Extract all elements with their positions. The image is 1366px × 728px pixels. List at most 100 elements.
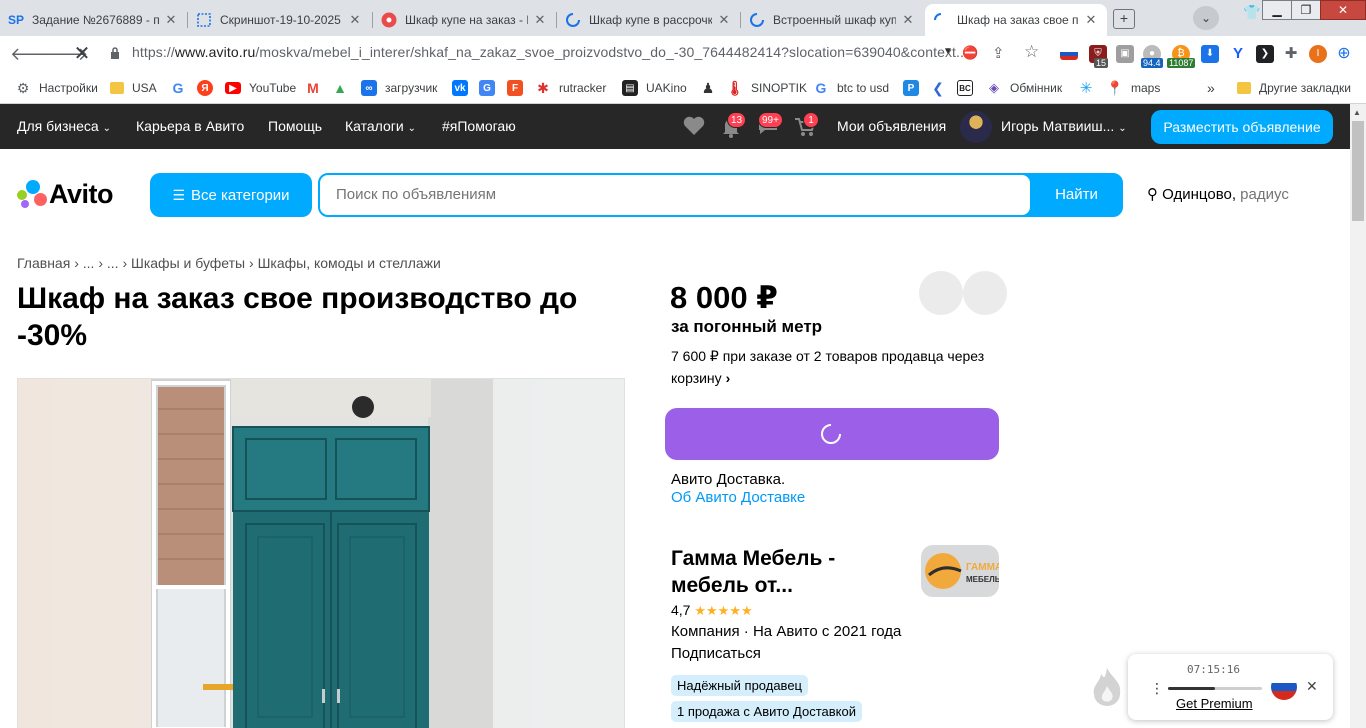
bookmark-star-icon[interactable]: ☆ [1024,42,1039,62]
bookmark-star[interactable]: ✳ [1078,78,1102,98]
avito-logo[interactable]: Avito [16,178,114,210]
cart-discount-note[interactable]: 7 600 ₽ при заказе от 2 товаров продавца… [671,345,991,389]
download-extension-icon[interactable]: ⬇ [1201,45,1219,63]
breadcrumb-item[interactable]: Шкафы и буфеты [131,255,245,271]
browser-tab[interactable]: Шкаф купе на заказ - К ✕ [373,4,556,36]
bookmark-uakino[interactable]: ▤ UAKino [622,78,687,98]
bookmark-maps[interactable]: 📍 maps [1106,78,1160,98]
compare-circle-button[interactable] [963,271,1007,315]
my-ads-link[interactable]: Мои объявления [837,118,946,134]
dropdown-arrow-icon[interactable]: ▼ [943,46,953,57]
close-icon[interactable]: ✕ [716,12,732,28]
close-icon[interactable]: ✕ [347,12,363,28]
bookmark-chess[interactable]: ♟ [700,78,724,98]
close-window-button[interactable]: ✕ [1320,0,1366,20]
maximize-button[interactable]: ❐ [1291,0,1321,20]
russia-flag-icon[interactable] [1271,674,1297,700]
new-tab-button[interactable]: + [1113,9,1135,29]
bookmark-settings[interactable]: ⚙ Настройки [15,78,98,98]
close-icon[interactable]: ✕ [1306,678,1318,695]
seller-rating[interactable]: 4,7 ★★★★★ [671,602,753,619]
close-icon[interactable]: ✕ [1083,12,1099,28]
breadcrumb-item[interactable]: ... [83,255,95,271]
profile-avatar[interactable]: I [1309,45,1327,63]
breadcrumb-item[interactable]: Шкафы, комоды и стеллажи [258,255,441,271]
favorite-circle-button[interactable] [919,271,963,315]
bookmark-other[interactable]: Другие закладки [1237,78,1351,98]
fire-icon[interactable] [1090,666,1124,706]
buy-button[interactable] [665,408,999,460]
nav-career[interactable]: Карьера в Авито [136,118,244,134]
nav-ihelp[interactable]: #яПомогаю [442,118,516,134]
y-extension-icon[interactable]: Y [1229,45,1247,63]
all-categories-button[interactable]: ☰ Все категории [150,173,312,217]
bookmark-rutracker[interactable]: ✱ rutracker [535,78,606,98]
bookmark-translate[interactable]: G [479,78,503,98]
tab-title: Задание №2676889 - п [32,13,159,27]
delivery-link[interactable]: Об Авито Доставке [671,489,805,506]
location-selector[interactable]: ⚲ Одинцово, радиус [1147,185,1289,203]
terminal-extension-icon[interactable]: ❯ [1256,45,1274,63]
minimize-button[interactable]: ▁ [1262,0,1292,20]
bookmark-p[interactable]: P [903,78,927,98]
more-vertical-icon[interactable]: ⋮ [1150,680,1164,697]
scroll-up-icon[interactable]: ▲ [1353,108,1361,117]
search-button[interactable]: Найти [1032,175,1121,215]
url-field[interactable]: https://www.avito.ru/moskva/mebel_i_inte… [132,44,968,60]
seller-name[interactable]: Гамма Мебель - мебель от... [671,545,901,599]
avatar[interactable] [960,111,992,143]
bookmark-gmail[interactable]: M [305,78,329,98]
bookmark-youtube[interactable]: ▶ YouTube [225,78,296,98]
bookmark-f[interactable]: F [507,78,531,98]
nav-help[interactable]: Помощь [268,118,322,134]
puzzle-icon[interactable]: ✚ [1282,45,1300,63]
nav-business[interactable]: Для бизнеса ⌄ [17,118,111,134]
share-icon[interactable]: ⇪ [992,44,1005,62]
bookmark-usa[interactable]: USA [110,78,157,98]
user-menu[interactable]: Игорь Матвииш... ⌄ [1001,118,1127,134]
tab-title: Шкаф купе в рассрочку [589,13,712,27]
post-ad-button[interactable]: Разместить объявление [1151,110,1333,144]
seller-logo[interactable]: ГАММА МЕБЕЛЬ [921,545,999,597]
more-bookmarks-chevron-icon[interactable]: » [1207,78,1215,98]
url-host: www.avito.ru [174,44,256,60]
bookmark-vk[interactable]: vk [452,78,476,98]
bookmark-loader[interactable]: ∞ загрузчик [361,78,437,98]
forward-icon[interactable]: 🡒 [40,44,88,65]
lock-icon[interactable] [110,46,120,65]
browser-tab-active[interactable]: Шкаф на заказ свое пр ✕ [925,4,1107,36]
close-icon[interactable]: ✕ [163,12,179,28]
close-icon[interactable]: ✕ [532,12,548,28]
bookmark-bc[interactable]: BC [957,78,981,98]
bookmark-drive[interactable]: ▲ [332,78,356,98]
browser-tab[interactable]: Встроенный шкаф купе ✕ [741,4,924,36]
search-input[interactable]: Поиск по объявлениям [320,175,1030,215]
subscribe-link[interactable]: Подписаться [671,645,761,662]
close-icon[interactable]: ✕ [900,12,916,28]
back-icon[interactable]: 🡐 [10,44,58,65]
bookmark-exchange[interactable]: ◈ Обмінник [986,78,1062,98]
stop-icon[interactable]: ✕ [70,41,94,66]
bookmark-google[interactable]: G [170,78,194,98]
tab-search-button[interactable]: ⌄ [1193,6,1219,30]
russia-flag-icon[interactable] [1060,48,1078,60]
breadcrumb-item[interactable]: ... [107,255,119,271]
browser-tab[interactable]: Шкаф купе в рассрочку ✕ [557,4,740,36]
bookmark-btc[interactable]: Gbtc to usd [813,78,889,98]
bookmark-sinoptik[interactable]: 🌡 SINOPTIK [726,78,807,98]
globe-icon[interactable]: ⊕ [1335,45,1353,63]
camera-blocked-icon[interactable]: ⛔ [962,45,978,61]
page-scrollbar[interactable]: ▲ [1350,104,1366,728]
nav-catalogs[interactable]: Каталоги ⌄ [345,118,416,134]
bookmark-yandex[interactable]: Я [197,78,221,98]
briefcase-extension-icon[interactable]: ▣ [1116,45,1134,63]
browser-tab[interactable]: Скриншот-19-10-2025 z ✕ [188,4,371,36]
breadcrumb-item[interactable]: Главная [17,255,70,271]
delivery-text: Авито Доставка. [671,471,786,488]
bookmark-arrow[interactable]: ❮ [930,78,954,98]
scrollbar-thumb[interactable] [1352,121,1364,221]
favorites-heart-icon[interactable] [682,114,706,141]
listing-photo[interactable] [17,378,625,728]
get-premium-link[interactable]: Get Premium [1176,696,1253,711]
browser-tab[interactable]: SP Задание №2676889 - п ✕ [0,4,187,36]
